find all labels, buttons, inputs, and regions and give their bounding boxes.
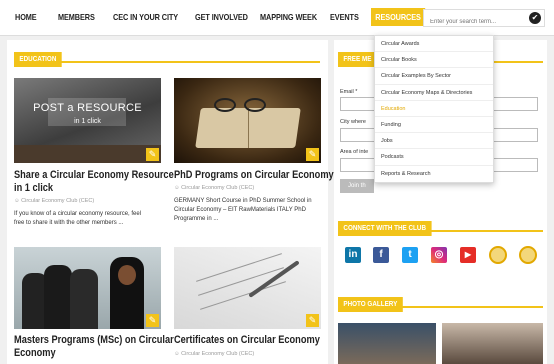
facebook-icon[interactable]: f [373,247,389,263]
menu-item-podcasts[interactable]: Podcasts [375,149,493,166]
post-author-name[interactable]: Circular Economy Club (CEC) [21,198,94,204]
post-thumbnail-phd[interactable]: ✎ [174,78,321,163]
post-author: ☺ Circular Economy Club (CEC) [174,185,254,191]
email-label: Email * [340,89,358,95]
image-text-in-1-click: in 1 click [74,118,101,125]
edit-corner-icon: ✎ [306,314,319,327]
nav-home[interactable]: HOME [15,12,37,22]
nav-members[interactable]: MEMBERS [58,12,95,22]
post-title-line[interactable]: Economy [14,347,56,360]
post-title-line[interactable]: in 1 click [14,182,53,195]
menu-item-reports-and-research[interactable]: Reports & Research [375,166,493,182]
linkedin-icon[interactable]: in [345,247,361,263]
menu-item-jobs[interactable]: Jobs [375,133,493,150]
search-input[interactable] [424,14,524,30]
edit-corner-icon: ✎ [146,314,159,327]
photo-gallery-heading: PHOTO GALLERY [338,293,543,312]
city-label: City where [340,119,366,125]
menu-item-circular-examples-by-sector[interactable]: Circular Examples By Sector [375,68,493,85]
post-thumbnail-share-resource[interactable]: POST a RESOURCE in 1 click ✎ [14,78,161,163]
rss-facebook-icon[interactable] [519,246,537,264]
post-author: ☺ Circular Economy Club (CEC) [174,351,254,357]
nav-get-involved[interactable]: GET INVOLVED [195,12,248,22]
post-thumbnail-masters[interactable]: ✎ [14,247,161,329]
menu-item-circular-awards[interactable]: Circular Awards [375,36,493,53]
gallery-photo[interactable] [338,323,436,364]
post-author-name[interactable]: Circular Economy Club (CEC) [181,185,254,191]
image-text-post-resource: POST a RESOURCE [33,102,142,114]
post-title-line[interactable]: Certificates on Circular Economy [174,334,320,347]
post-author: ☺ Circular Economy Club (CEC) [14,198,94,204]
twitter-icon[interactable]: t [402,247,418,263]
education-heading-label: EDUCATION [14,52,62,67]
instagram-icon[interactable]: ◎ [431,247,447,263]
education-heading: EDUCATION [14,48,320,67]
nav-cec-in-your-city[interactable]: CEC IN YOUR CITY [113,12,178,22]
post-excerpt-line: GERMANY Short Course in PhD Summer Schoo… [174,198,312,204]
search-box: ✔ [423,9,545,30]
post-excerpt-line: free to share it with the other members … [14,220,124,226]
post-thumbnail-certificates[interactable]: ✎ [174,247,321,329]
main-content: EDUCATION POST a RESOURCE in 1 click ✎ S… [7,40,334,364]
post-excerpt-line: Circular Economy – EIT RawMaterials ITAL… [174,207,306,213]
post-title-line[interactable]: PhD Programs on Circular Economy [174,169,334,182]
top-navigation: HOME MEMBERS CEC IN YOUR CITY GET INVOLV… [0,0,554,36]
free-membership-heading-label: FREE ME [338,52,377,67]
resources-dropdown-menu: Circular Awards Circular Books Circular … [374,35,494,183]
post-title-line[interactable]: Share a Circular Economy Resource [14,169,174,182]
nav-mapping-week[interactable]: MAPPING WEEK [260,12,317,22]
menu-item-maps-and-directories[interactable]: Circular Economy Maps & Directories [375,85,493,101]
gallery-photo[interactable] [442,323,543,364]
post-author-name[interactable]: Circular Economy Club (CEC) [181,351,254,357]
edit-corner-icon: ✎ [306,148,319,161]
search-submit-icon[interactable]: ✔ [529,12,541,24]
youtube-icon[interactable]: ▶ [460,247,476,263]
nav-events[interactable]: EVENTS [330,12,359,22]
connect-heading: CONNECT WITH THE CLUB [338,217,543,236]
photo-gallery-heading-label: PHOTO GALLERY [338,297,403,312]
nav-resources[interactable]: RESOURCES [371,8,426,26]
menu-item-funding[interactable]: Funding [375,117,493,134]
post-excerpt-line: Programme in ... [174,216,219,222]
area-label: Area of inte [340,149,369,155]
edit-corner-icon: ✎ [146,148,159,161]
post-excerpt-line: If you know of a circular economy resour… [14,211,142,217]
post-title-line[interactable]: Masters Programs (MSc) on Circular [14,334,174,347]
join-button[interactable]: Join th [340,179,374,193]
menu-item-circular-books[interactable]: Circular Books [375,52,493,69]
menu-item-education[interactable]: Education [375,101,493,117]
rss-linkedin-icon[interactable] [489,246,507,264]
connect-heading-label: CONNECT WITH THE CLUB [338,221,432,236]
